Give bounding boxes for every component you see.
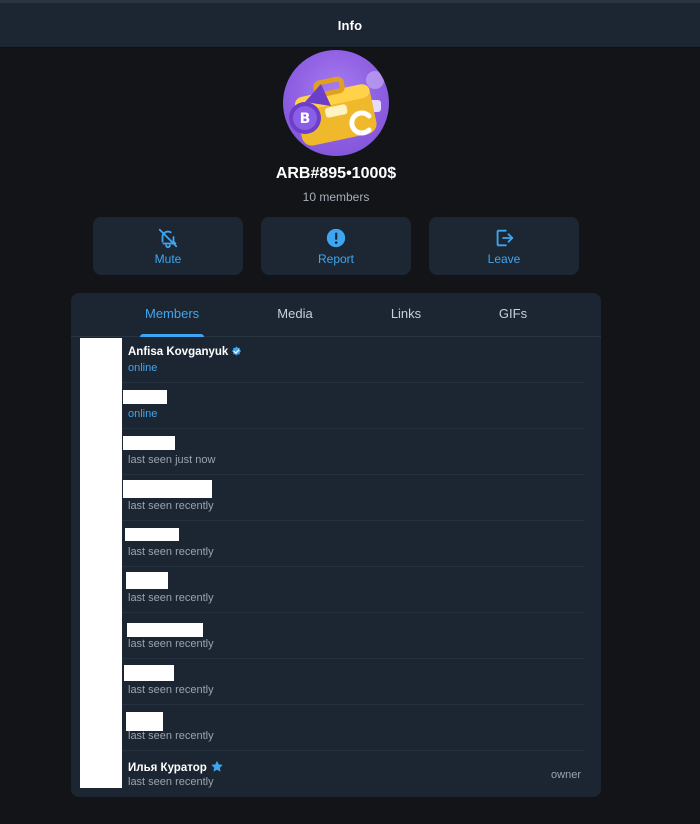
group-members-count: 10 members <box>302 190 370 204</box>
member-status: last seen just now <box>128 454 216 466</box>
member-row[interactable]: last seen recently <box>122 475 585 521</box>
redacted-member-name <box>126 572 168 589</box>
mute-button[interactable]: Mute <box>93 217 243 275</box>
leave-label: Leave <box>487 251 521 266</box>
page-title: Info <box>337 17 363 33</box>
leave-button[interactable]: Leave <box>429 217 579 275</box>
tab-bar: Members Media Links GIFs <box>71 293 601 337</box>
member-status: last seen recently <box>128 592 214 604</box>
group-name: ARB#895•1000$ <box>275 165 397 182</box>
redacted-member-name <box>124 665 174 681</box>
member-name: Anfisa Kovganyuk <box>128 346 242 358</box>
top-bar: Info <box>0 0 700 48</box>
member-name: Илья Куратор <box>128 760 224 774</box>
member-row[interactable]: last seen recently <box>122 705 585 751</box>
redacted-member-name <box>125 528 179 541</box>
svg-text:B: B <box>300 111 311 127</box>
redacted-member-name <box>123 480 212 498</box>
members-panel: Members Media Links GIFs Anfisa Kovganyu… <box>71 293 601 797</box>
redacted-member-name <box>126 712 163 731</box>
member-row[interactable]: last seen just now <box>122 429 585 475</box>
member-row[interactable]: online <box>122 383 585 429</box>
bell-off-icon <box>158 228 178 248</box>
member-status: online <box>128 362 158 374</box>
member-status: last seen recently <box>128 638 214 650</box>
member-status: last seen recently <box>128 730 214 742</box>
mute-label: Mute <box>154 251 182 266</box>
verified-icon <box>232 346 242 356</box>
report-button[interactable]: Report <box>261 217 411 275</box>
group-avatar[interactable]: B <box>283 50 389 156</box>
redacted-member-name <box>123 436 175 450</box>
member-row[interactable]: last seen recently <box>122 659 585 705</box>
member-row[interactable]: Anfisa Kovganyuk online <box>122 337 585 383</box>
member-status: last seen recently <box>128 546 214 558</box>
tab-members[interactable]: Members <box>140 293 204 337</box>
report-label: Report <box>317 251 355 266</box>
member-status: last seen recently <box>128 684 214 696</box>
redacted-member-name <box>123 390 167 404</box>
tab-links[interactable]: Links <box>390 293 422 337</box>
redacted-member-name <box>127 623 203 637</box>
member-avatars-redacted <box>80 338 122 788</box>
member-role: owner <box>551 769 581 781</box>
tab-media[interactable]: Media <box>276 293 314 337</box>
alert-circle-icon <box>326 228 346 247</box>
member-row[interactable]: last seen recently <box>122 521 585 567</box>
member-row[interactable]: Илья Куратор last seen recently owner <box>122 751 585 797</box>
tab-gifs[interactable]: GIFs <box>498 293 528 337</box>
member-status: last seen recently <box>128 776 214 788</box>
member-status: last seen recently <box>128 500 214 512</box>
member-row[interactable]: last seen recently <box>122 567 585 613</box>
star-icon <box>211 760 223 772</box>
group-avatar-artwork: B <box>289 71 384 146</box>
member-status: online <box>128 408 158 420</box>
member-row[interactable]: last seen recently <box>122 613 585 659</box>
logout-icon <box>496 229 514 246</box>
